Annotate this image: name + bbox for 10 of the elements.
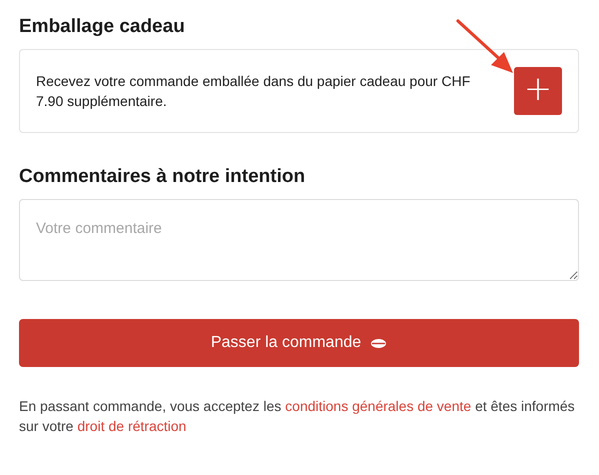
lips-icon <box>370 338 388 348</box>
gift-description: Recevez votre commande emballée dans du papier cadeau pour CHF 7.90 supplémentaire. <box>36 72 472 111</box>
order-button[interactable]: Passer la commande <box>19 319 579 367</box>
legal-note: En passant commande, vous acceptez les conditions générales de vente et êtes informés sur votre droit de rétraction <box>19 397 576 436</box>
section-heading: Commentaires à notre intention <box>19 166 306 188</box>
policy-link[interactable]: droit de rétraction <box>77 418 186 434</box>
comment-field[interactable]: Votre commentaire <box>19 199 579 281</box>
section-heading: Emballage cadeau <box>19 16 185 38</box>
add-button[interactable]: + <box>514 67 562 115</box>
policy-link[interactable]: conditions générales de vente <box>285 398 472 414</box>
